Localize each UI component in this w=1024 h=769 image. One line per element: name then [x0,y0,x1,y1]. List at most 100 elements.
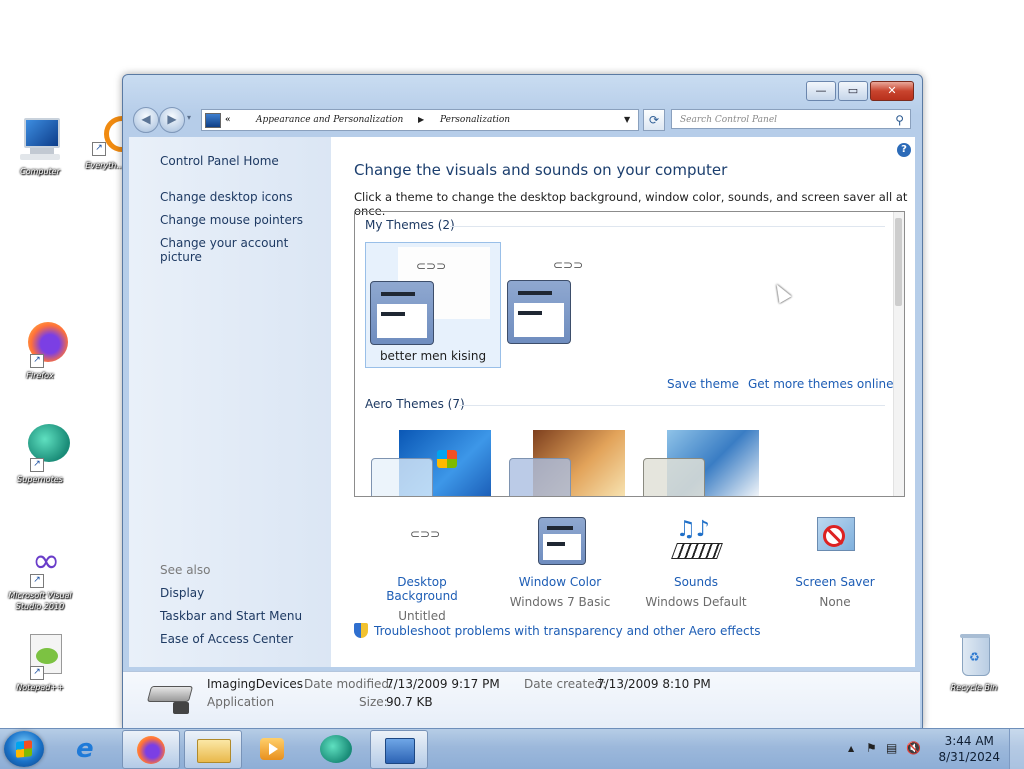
close-button[interactable]: ✕ [870,81,914,101]
group-divider [459,405,885,406]
breadcrumb-personalization[interactable]: Personalization [440,110,510,130]
control-panel-icon [385,738,415,764]
get-more-themes-link[interactable]: Get more themes online [748,377,894,391]
date-modified-label: Date modified: [304,677,394,691]
desktop-icon-notepad-plus-plus[interactable]: ↗ Notepad++ [2,632,78,693]
desktop-icon-firefox[interactable]: ↗ Firefox [2,320,78,381]
page-title: Change the visuals and sounds on your co… [354,161,728,179]
taskbar-start-menu-link[interactable]: Taskbar and Start Menu [160,609,302,623]
item-type: Application [207,695,275,709]
desktop-icon-label: Everyth... [85,161,124,170]
setting-name: Desktop Background [386,575,458,603]
desktop-icon-everything[interactable]: ↗ Everyth... [78,110,124,171]
group-divider [450,226,885,227]
computer-icon [16,116,64,164]
change-mouse-pointers-link[interactable]: Change mouse pointers [160,213,303,227]
sounds-setting[interactable]: ♫♪ Sounds Windows Default [636,517,756,609]
theme-item-selected[interactable]: ⊂⊃⊃ better men kising [365,242,501,368]
recycle-bin-icon: ♻ [950,632,998,680]
firefox-icon: ↗ [16,320,68,368]
taskbar-file-explorer[interactable] [184,730,242,769]
theme-item[interactable]: ⊂⊃⊃ [505,242,639,366]
themes-scrollbar[interactable] [893,212,904,496]
date-modified-value: 7/13/2009 9:17 PM [386,677,500,691]
desktop-background-icon: ⊂⊃⊃ [410,527,441,541]
window-color-setting[interactable]: Window Color Windows 7 Basic [500,517,620,609]
breadcrumb-appearance[interactable]: Appearance and Personalization [256,110,403,130]
setting-value: Windows Default [645,595,747,609]
address-dropdown-icon[interactable]: ▼ [624,110,630,130]
supernotes-icon [320,735,352,763]
change-desktop-icons-link[interactable]: Change desktop icons [160,190,293,204]
search-icon[interactable]: ⚲ [895,110,904,130]
taskbar-firefox[interactable] [122,730,180,769]
clock-date: 8/31/2024 [938,750,1000,764]
theme-architecture-preview[interactable] [509,430,625,496]
screen-saver-setting[interactable]: Screen Saver None [775,517,895,609]
start-button[interactable] [4,731,44,767]
troubleshoot-link[interactable]: Troubleshoot problems with transparency … [354,623,761,638]
desktop-icon-label: Supernotes [17,475,63,484]
my-themes-heading: My Themes (2) [365,218,455,232]
navigation-bar: ◀ ▶ ▾ « Appearance and Personalization ▶… [131,107,914,133]
clock[interactable]: 3:44 AM 8/31/2024 [938,733,1000,765]
themes-list: My Themes (2) ⊂⊃⊃ better men kising ⊂⊃⊃ [354,211,905,497]
breadcrumb-root[interactable]: « [225,110,231,130]
window-color-preview [370,281,434,345]
back-button[interactable]: ◀ [133,107,159,133]
sounds-icon: ♫♪ [670,517,723,567]
shortcut-arrow-icon: ↗ [30,354,44,368]
scrollbar-thumb[interactable] [895,218,902,306]
setting-value: None [819,595,851,609]
desktop-icon-visual-studio[interactable]: ∞ ↗ Microsoft Visual Studio 2010 [2,540,78,612]
refresh-button[interactable]: ⟳ [643,109,665,131]
minimize-button[interactable]: — [806,81,836,101]
window-color-preview [507,280,571,344]
desktop-background-setting[interactable]: ⊂⊃⊃ Desktop Background Untitled [362,517,482,623]
taskbar-internet-explorer[interactable]: e [62,730,118,767]
date-created-label: Date created: [524,677,607,691]
shortcut-arrow-icon: ↗ [92,142,106,156]
aero-themes-heading: Aero Themes (7) [365,397,465,411]
everything-icon: ↗ [78,110,124,158]
screen-saver-icon [809,517,861,567]
change-account-picture-link[interactable]: Change your account picture [160,236,331,264]
desktop-icon-label: Microsoft Visual Studio 2010 [8,591,72,611]
taskbar-media-player[interactable] [244,730,300,767]
show-desktop-button[interactable] [1009,729,1024,769]
taskbar-control-panel[interactable] [370,730,428,769]
taskbar: e ▲ ⚑ ▤ 🔇 3:44 AM 8/31/2024 [0,728,1024,769]
help-icon[interactable]: ? [897,143,911,157]
theme-windows7-preview[interactable] [371,430,491,496]
shield-icon [354,623,368,638]
desktop-icon-computer[interactable]: Computer [2,116,78,177]
visual-studio-icon: ∞ ↗ [16,540,64,588]
personalization-window: — ▭ ✕ ◀ ▶ ▾ « Appearance and Personaliza… [122,74,923,729]
windows-logo-icon [437,450,457,468]
show-hidden-icons-button[interactable]: ▲ [848,744,854,753]
volume-muted-icon[interactable]: 🔇 [906,741,921,755]
desktop-icon-label: Notepad++ [16,683,64,692]
ease-of-access-link[interactable]: Ease of Access Center [160,632,293,646]
breadcrumb-separator-icon[interactable]: ▶ [418,110,424,130]
shortcut-arrow-icon: ↗ [30,458,44,472]
desktop-icon-supernotes[interactable]: ↗ Supernotes [2,424,78,485]
theme-characters-preview[interactable] [643,430,759,496]
save-theme-link[interactable]: Save theme [667,377,739,391]
action-center-flag-icon[interactable]: ⚑ [866,741,877,755]
network-icon[interactable]: ▤ [886,741,897,755]
window-color-icon [534,517,586,567]
taskbar-supernotes[interactable] [308,730,364,767]
date-created-value: 7/13/2009 8:10 PM [597,677,711,691]
control-panel-home-link[interactable]: Control Panel Home [160,154,279,168]
address-bar[interactable]: « Appearance and Personalization ▶ Perso… [201,109,639,131]
shortcut-arrow-icon: ↗ [30,574,44,588]
maximize-button[interactable]: ▭ [838,81,868,101]
search-input[interactable]: Search Control Panel ⚲ [671,109,911,129]
recent-pages-icon[interactable]: ▾ [187,113,191,122]
display-link[interactable]: Display [160,586,204,600]
desktop-icon-recycle-bin[interactable]: ♻ Recycle Bin [936,632,1012,693]
forward-button[interactable]: ▶ [159,107,185,133]
back-arrow-icon: ◀ [141,112,151,126]
title-buttons: — ▭ ✕ [806,81,914,101]
